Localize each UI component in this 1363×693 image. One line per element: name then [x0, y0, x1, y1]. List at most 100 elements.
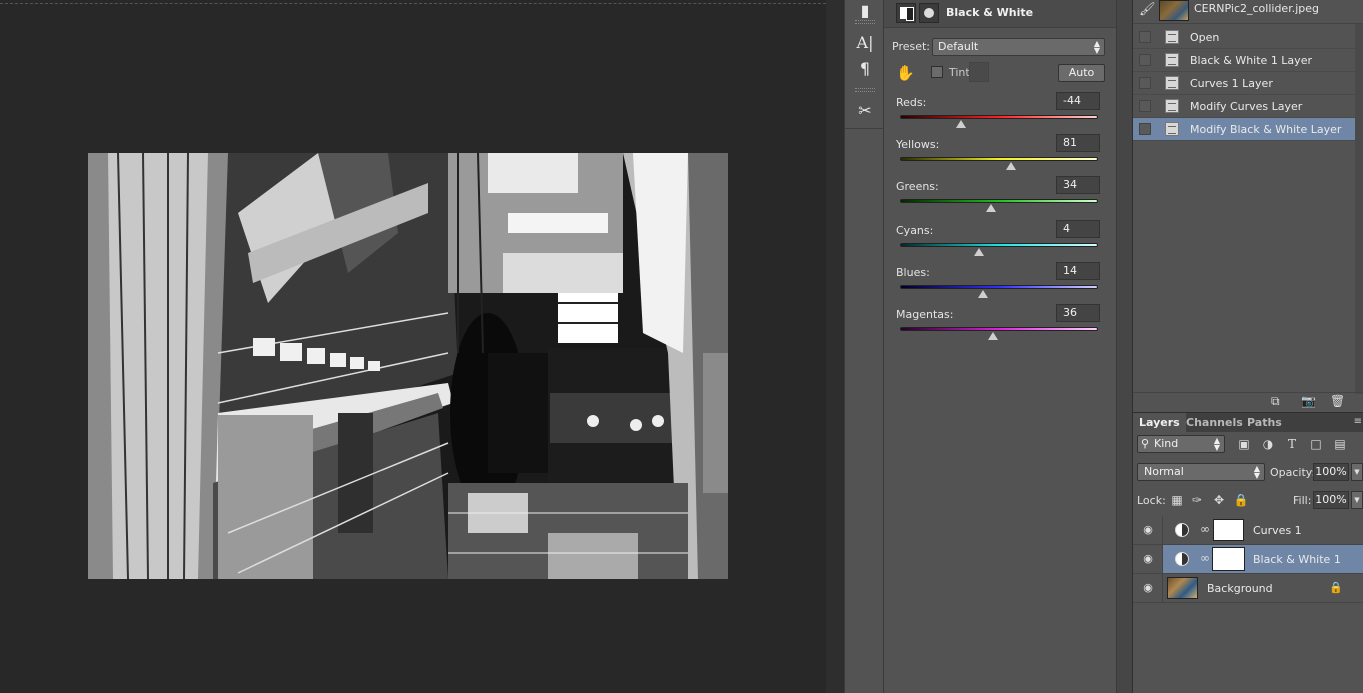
pixel-filter-icon[interactable]: ▣ [1236, 436, 1252, 452]
type-filter-icon[interactable]: T [1284, 436, 1300, 452]
layer-name[interactable]: Background [1207, 582, 1273, 595]
history-state[interactable]: Curves 1 Layer [1133, 72, 1363, 95]
layer-mask-icon[interactable] [919, 3, 939, 23]
slider-value-field[interactable]: 34 [1056, 176, 1100, 194]
slider-thumb[interactable] [1005, 162, 1016, 170]
history-state-icon [1165, 122, 1179, 136]
panel-grip[interactable] [855, 88, 875, 92]
stamp-icon[interactable]: ▮ [853, 0, 877, 22]
layer-mask-thumbnail[interactable] [1212, 547, 1245, 571]
smart-object-filter-icon[interactable]: ▤ [1332, 436, 1348, 452]
layer-mask-thumbnail[interactable] [1213, 519, 1244, 541]
history-snapshot[interactable]: 🖌 CERNPic2_collider.jpeg [1133, 0, 1363, 24]
history-state[interactable]: Modify Black & White Layer [1133, 118, 1363, 141]
lock-image-pixels-icon[interactable]: ✑ [1189, 492, 1205, 508]
dropdown-arrows-icon: ▲ ▼ [1093, 39, 1100, 55]
fill-field[interactable]: 100% [1313, 491, 1349, 509]
create-snapshot-icon[interactable]: 📷 [1301, 394, 1316, 408]
slider-value-field[interactable]: 14 [1056, 262, 1100, 280]
history-source-checkbox[interactable] [1139, 54, 1151, 66]
slider-track[interactable] [900, 243, 1098, 247]
history-footer: ⧉ 📷 🗑 [1133, 392, 1363, 412]
preset-value: Default [938, 40, 979, 53]
properties-title: Black & White [946, 6, 1034, 19]
history-source-checkbox[interactable] [1139, 77, 1151, 89]
slider-value-field[interactable]: 4 [1056, 220, 1100, 238]
history-state[interactable]: Open [1133, 26, 1363, 49]
lock-all-icon[interactable]: 🔒 [1233, 492, 1249, 508]
divider [1162, 574, 1163, 603]
panel-grip[interactable] [855, 20, 875, 24]
background-thumbnail[interactable] [1167, 577, 1198, 599]
document-canvas[interactable] [0, 0, 826, 693]
paragraph-panel-icon[interactable]: ¶ [853, 58, 877, 80]
history-state[interactable]: Modify Curves Layer [1133, 95, 1363, 118]
slider-value-field[interactable]: 81 [1056, 134, 1100, 152]
auto-button[interactable]: Auto [1058, 64, 1105, 82]
history-state-icon [1165, 76, 1179, 90]
adjustment-filter-icon[interactable]: ◑ [1260, 436, 1276, 452]
fill-slider-toggle[interactable]: ▼ [1351, 491, 1363, 509]
history-state[interactable]: Black & White 1 Layer [1133, 49, 1363, 72]
photoshop-window: ▮ A| ¶ ✂ Black & White Preset: Default ▲… [0, 0, 1363, 693]
visibility-eye-icon[interactable]: ◉ [1141, 553, 1155, 565]
curves-adjustment-icon [1175, 523, 1189, 537]
slider-track[interactable] [900, 285, 1098, 289]
history-state-icon [1165, 53, 1179, 67]
lock-transparent-pixels-icon[interactable]: ▦ [1169, 492, 1185, 508]
slider-thumb[interactable] [956, 120, 967, 128]
slider-value-field[interactable]: 36 [1056, 304, 1100, 322]
visibility-eye-icon[interactable]: ◉ [1141, 524, 1155, 536]
lock-position-icon[interactable]: ✥ [1211, 492, 1227, 508]
slider-thumb[interactable] [986, 204, 997, 212]
slider-thumb[interactable] [974, 248, 985, 256]
slider-thumb[interactable] [988, 332, 999, 340]
layer-name[interactable]: Curves 1 [1253, 524, 1302, 537]
history-scrollbar[interactable] [1355, 24, 1363, 394]
history-source-checkbox[interactable] [1139, 123, 1151, 135]
slider-label: Cyans: [896, 224, 934, 237]
tint-checkbox[interactable] [931, 66, 943, 78]
history-source-checkbox[interactable] [1139, 31, 1151, 43]
tab-layers[interactable]: Layers [1133, 413, 1186, 433]
layer-row-curves[interactable]: ◉ ∞ Curves 1 [1133, 516, 1363, 545]
tab-paths[interactable]: Paths [1241, 413, 1288, 433]
slider-track[interactable] [900, 199, 1098, 203]
panel-menu-icon[interactable]: ≡ [1354, 416, 1362, 427]
tool-presets-icon[interactable]: ✂ [853, 100, 877, 122]
layer-row-background[interactable]: ◉ Background 🔒 [1133, 574, 1363, 603]
opacity-field[interactable]: 100% [1313, 463, 1349, 481]
slider-track[interactable] [900, 157, 1098, 161]
targeted-adjustment-hand-icon[interactable]: ✋ [896, 64, 915, 82]
layer-row-black-white[interactable]: ◉ ∞ Black & White 1 [1133, 545, 1363, 574]
slider-track[interactable] [900, 327, 1098, 331]
blend-mode-dropdown[interactable]: Normal ▲ ▼ [1137, 463, 1265, 481]
link-chain-icon[interactable]: ∞ [1200, 522, 1210, 536]
filter-kind-dropdown[interactable]: ⚲ Kind ▲ ▼ [1137, 435, 1225, 453]
trash-icon[interactable]: 🗑 [1330, 394, 1345, 408]
slider-track[interactable] [900, 115, 1098, 119]
layers-tab-bar: Layers Channels Paths ≡ [1133, 412, 1363, 433]
visibility-eye-icon[interactable]: ◉ [1141, 582, 1155, 594]
panel-gutter [826, 0, 844, 693]
character-panel-icon[interactable]: A| [853, 32, 877, 54]
black-white-adjustment-icon[interactable] [896, 3, 916, 23]
tint-label: Tint [949, 66, 970, 79]
slider-label: Yellows: [896, 138, 940, 151]
slider-value-field[interactable]: -44 [1056, 92, 1100, 110]
properties-scrollbar[interactable] [1116, 0, 1132, 693]
layer-name[interactable]: Black & White 1 [1253, 553, 1341, 566]
tab-channels[interactable]: Channels [1180, 413, 1249, 433]
document-image[interactable] [88, 153, 728, 579]
lock-icon[interactable]: 🔒 [1329, 581, 1343, 594]
new-document-from-state-icon[interactable]: ⧉ [1271, 394, 1280, 409]
tint-color-swatch[interactable] [969, 62, 989, 82]
preset-dropdown[interactable]: Default ▲ ▼ [932, 38, 1105, 56]
slider-thumb[interactable] [978, 290, 989, 298]
link-chain-icon[interactable]: ∞ [1200, 551, 1210, 565]
shape-filter-icon[interactable]: □ [1308, 436, 1324, 452]
opacity-slider-toggle[interactable]: ▼ [1351, 463, 1363, 481]
slider-label: Blues: [896, 266, 930, 279]
history-brush-icon[interactable]: 🖌 [1139, 2, 1156, 17]
history-source-checkbox[interactable] [1139, 100, 1151, 112]
